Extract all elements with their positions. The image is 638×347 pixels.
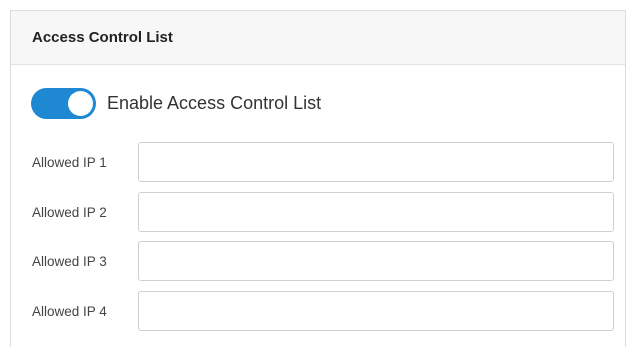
allowed-ip-1-input[interactable] xyxy=(138,142,614,182)
allowed-ip-2-label: Allowed IP 2 xyxy=(32,204,107,220)
panel-title: Access Control List xyxy=(32,29,173,46)
panel-header: Access Control List xyxy=(11,11,625,65)
enable-acl-toggle[interactable] xyxy=(31,88,96,119)
access-control-panel: Access Control List Enable Access Contro… xyxy=(10,10,626,347)
allowed-ip-4-input[interactable] xyxy=(138,291,614,331)
allowed-ip-3-input[interactable] xyxy=(138,241,614,281)
allowed-ip-4-label: Allowed IP 4 xyxy=(32,303,107,319)
enable-acl-row: Enable Access Control List xyxy=(31,88,321,119)
allowed-ip-3-label: Allowed IP 3 xyxy=(32,253,107,269)
allowed-ip-1-label: Allowed IP 1 xyxy=(32,154,107,170)
allowed-ip-3-row: Allowed IP 3 xyxy=(32,241,614,281)
toggle-knob xyxy=(68,91,93,116)
allowed-ip-2-input[interactable] xyxy=(138,192,614,232)
allowed-ip-1-row: Allowed IP 1 xyxy=(32,142,614,182)
allowed-ip-2-row: Allowed IP 2 xyxy=(32,192,614,232)
allowed-ip-4-row: Allowed IP 4 xyxy=(32,291,614,331)
enable-acl-label: Enable Access Control List xyxy=(107,93,322,113)
